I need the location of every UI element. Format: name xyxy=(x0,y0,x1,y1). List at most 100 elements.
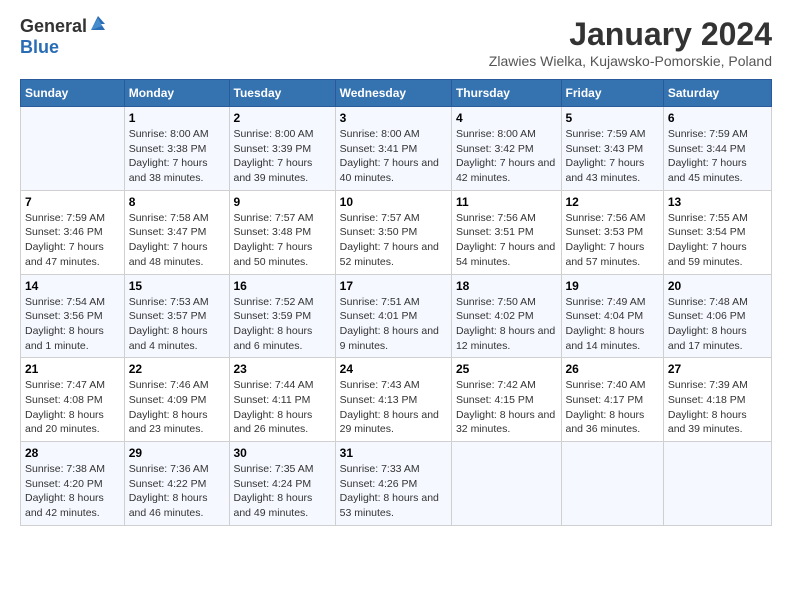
weekday-header-friday: Friday xyxy=(561,80,663,107)
day-info: Sunrise: 7:33 AMSunset: 4:26 PMDaylight:… xyxy=(340,462,447,521)
week-row-3: 14Sunrise: 7:54 AMSunset: 3:56 PMDayligh… xyxy=(21,274,772,358)
day-number: 16 xyxy=(234,279,331,293)
day-info: Sunrise: 7:53 AMSunset: 3:57 PMDaylight:… xyxy=(129,295,225,354)
day-number: 3 xyxy=(340,111,447,125)
month-title: January 2024 xyxy=(489,16,772,53)
day-info: Sunrise: 7:52 AMSunset: 3:59 PMDaylight:… xyxy=(234,295,331,354)
calendar-cell: 14Sunrise: 7:54 AMSunset: 3:56 PMDayligh… xyxy=(21,274,125,358)
day-info: Sunrise: 7:59 AMSunset: 3:44 PMDaylight:… xyxy=(668,127,767,186)
weekday-header-tuesday: Tuesday xyxy=(229,80,335,107)
logo-icon xyxy=(89,14,107,32)
day-info: Sunrise: 7:49 AMSunset: 4:04 PMDaylight:… xyxy=(566,295,659,354)
day-info: Sunrise: 7:44 AMSunset: 4:11 PMDaylight:… xyxy=(234,378,331,437)
day-number: 17 xyxy=(340,279,447,293)
day-number: 19 xyxy=(566,279,659,293)
day-info: Sunrise: 7:55 AMSunset: 3:54 PMDaylight:… xyxy=(668,211,767,270)
calendar-cell: 30 Sunrise: 7:35 AMSunset: 4:24 PMDayligh… xyxy=(229,442,335,526)
day-info: Sunrise: 7:57 AMSunset: 3:48 PMDaylight:… xyxy=(234,211,331,270)
calendar-cell: 5 Sunrise: 7:59 AMSunset: 3:43 PMDaylight… xyxy=(561,107,663,191)
calendar-cell: 17 Sunrise: 7:51 AMSunset: 4:01 PMDayligh… xyxy=(335,274,451,358)
day-info: Sunrise: 8:00 AMSunset: 3:41 PMDaylight:… xyxy=(340,127,447,186)
day-number: 6 xyxy=(668,111,767,125)
calendar-cell: 29 Sunrise: 7:36 AMSunset: 4:22 PMDayligh… xyxy=(124,442,229,526)
day-info: Sunrise: 7:56 AMSunset: 3:51 PMDaylight:… xyxy=(456,211,557,270)
calendar-cell: 7Sunrise: 7:59 AMSunset: 3:46 PMDaylight… xyxy=(21,190,125,274)
day-info: Sunrise: 7:48 AMSunset: 4:06 PMDaylight:… xyxy=(668,295,767,354)
day-number: 29 xyxy=(129,446,225,460)
day-info: Sunrise: 7:36 AMSunset: 4:22 PMDaylight:… xyxy=(129,462,225,521)
calendar-cell: 26Sunrise: 7:40 AMSunset: 4:17 PMDayligh… xyxy=(561,358,663,442)
calendar-cell: 11 Sunrise: 7:56 AMSunset: 3:51 PMDayligh… xyxy=(451,190,561,274)
calendar-cell xyxy=(451,442,561,526)
day-number: 9 xyxy=(234,195,331,209)
day-info: Sunrise: 7:39 AMSunset: 4:18 PMDaylight:… xyxy=(668,378,767,437)
weekday-header-row: SundayMondayTuesdayWednesdayThursdayFrid… xyxy=(21,80,772,107)
calendar-cell: 2Sunrise: 8:00 AMSunset: 3:39 PMDaylight… xyxy=(229,107,335,191)
logo-general: General xyxy=(20,16,87,37)
day-number: 7 xyxy=(25,195,120,209)
day-number: 28 xyxy=(25,446,120,460)
weekday-header-saturday: Saturday xyxy=(663,80,771,107)
calendar-cell: 15 Sunrise: 7:53 AMSunset: 3:57 PMDayligh… xyxy=(124,274,229,358)
calendar-table: SundayMondayTuesdayWednesdayThursdayFrid… xyxy=(20,79,772,526)
day-number: 11 xyxy=(456,195,557,209)
day-number: 25 xyxy=(456,362,557,376)
day-info: Sunrise: 7:54 AMSunset: 3:56 PMDaylight:… xyxy=(25,295,120,354)
day-number: 27 xyxy=(668,362,767,376)
calendar-cell: 16 Sunrise: 7:52 AMSunset: 3:59 PMDayligh… xyxy=(229,274,335,358)
day-info: Sunrise: 8:00 AMSunset: 3:42 PMDaylight:… xyxy=(456,127,557,186)
day-info: Sunrise: 7:50 AMSunset: 4:02 PMDaylight:… xyxy=(456,295,557,354)
day-info: Sunrise: 7:35 AMSunset: 4:24 PMDaylight:… xyxy=(234,462,331,521)
week-row-4: 21 Sunrise: 7:47 AMSunset: 4:08 PMDayligh… xyxy=(21,358,772,442)
calendar-cell: 1 Sunrise: 8:00 AMSunset: 3:38 PMDaylight… xyxy=(124,107,229,191)
title-area: January 2024 Zlawies Wielka, Kujawsko-Po… xyxy=(489,16,772,69)
calendar-cell: 12Sunrise: 7:56 AMSunset: 3:53 PMDayligh… xyxy=(561,190,663,274)
day-number: 22 xyxy=(129,362,225,376)
day-info: Sunrise: 7:43 AMSunset: 4:13 PMDaylight:… xyxy=(340,378,447,437)
calendar-cell: 28 Sunrise: 7:38 AMSunset: 4:20 PMDayligh… xyxy=(21,442,125,526)
day-number: 15 xyxy=(129,279,225,293)
day-info: Sunrise: 8:00 AMSunset: 3:39 PMDaylight:… xyxy=(234,127,331,186)
day-number: 1 xyxy=(129,111,225,125)
day-number: 20 xyxy=(668,279,767,293)
day-info: Sunrise: 7:56 AMSunset: 3:53 PMDaylight:… xyxy=(566,211,659,270)
calendar-cell: 18Sunrise: 7:50 AMSunset: 4:02 PMDayligh… xyxy=(451,274,561,358)
day-info: Sunrise: 7:57 AMSunset: 3:50 PMDaylight:… xyxy=(340,211,447,270)
calendar-cell: 19 Sunrise: 7:49 AMSunset: 4:04 PMDayligh… xyxy=(561,274,663,358)
day-info: Sunrise: 7:59 AMSunset: 3:43 PMDaylight:… xyxy=(566,127,659,186)
weekday-header-monday: Monday xyxy=(124,80,229,107)
day-number: 4 xyxy=(456,111,557,125)
day-number: 8 xyxy=(129,195,225,209)
calendar-cell: 4 Sunrise: 8:00 AMSunset: 3:42 PMDaylight… xyxy=(451,107,561,191)
calendar-cell: 24 Sunrise: 7:43 AMSunset: 4:13 PMDayligh… xyxy=(335,358,451,442)
calendar-cell: 27 Sunrise: 7:39 AMSunset: 4:18 PMDayligh… xyxy=(663,358,771,442)
calendar-cell: 21 Sunrise: 7:47 AMSunset: 4:08 PMDayligh… xyxy=(21,358,125,442)
calendar-cell: 31Sunrise: 7:33 AMSunset: 4:26 PMDayligh… xyxy=(335,442,451,526)
weekday-header-wednesday: Wednesday xyxy=(335,80,451,107)
day-info: Sunrise: 7:51 AMSunset: 4:01 PMDaylight:… xyxy=(340,295,447,354)
weekday-header-thursday: Thursday xyxy=(451,80,561,107)
day-number: 5 xyxy=(566,111,659,125)
calendar-cell: 23 Sunrise: 7:44 AMSunset: 4:11 PMDayligh… xyxy=(229,358,335,442)
day-info: Sunrise: 7:47 AMSunset: 4:08 PMDaylight:… xyxy=(25,378,120,437)
calendar-cell: 10Sunrise: 7:57 AMSunset: 3:50 PMDayligh… xyxy=(335,190,451,274)
week-row-1: 1 Sunrise: 8:00 AMSunset: 3:38 PMDaylight… xyxy=(21,107,772,191)
day-number: 21 xyxy=(25,362,120,376)
logo: General Blue xyxy=(20,16,107,58)
calendar-cell: 20 Sunrise: 7:48 AMSunset: 4:06 PMDayligh… xyxy=(663,274,771,358)
day-number: 23 xyxy=(234,362,331,376)
calendar-cell: 3 Sunrise: 8:00 AMSunset: 3:41 PMDaylight… xyxy=(335,107,451,191)
weekday-header-sunday: Sunday xyxy=(21,80,125,107)
day-number: 30 xyxy=(234,446,331,460)
day-info: Sunrise: 7:38 AMSunset: 4:20 PMDaylight:… xyxy=(25,462,120,521)
day-info: Sunrise: 8:00 AMSunset: 3:38 PMDaylight:… xyxy=(129,127,225,186)
header: General Blue January 2024 Zlawies Wielka… xyxy=(20,16,772,69)
day-number: 24 xyxy=(340,362,447,376)
location-title: Zlawies Wielka, Kujawsko-Pomorskie, Pola… xyxy=(489,53,772,69)
calendar-cell: 6 Sunrise: 7:59 AMSunset: 3:44 PMDaylight… xyxy=(663,107,771,191)
calendar-cell: 13Sunrise: 7:55 AMSunset: 3:54 PMDayligh… xyxy=(663,190,771,274)
calendar-cell: 22Sunrise: 7:46 AMSunset: 4:09 PMDayligh… xyxy=(124,358,229,442)
calendar-cell xyxy=(561,442,663,526)
calendar-cell xyxy=(21,107,125,191)
week-row-2: 7Sunrise: 7:59 AMSunset: 3:46 PMDaylight… xyxy=(21,190,772,274)
